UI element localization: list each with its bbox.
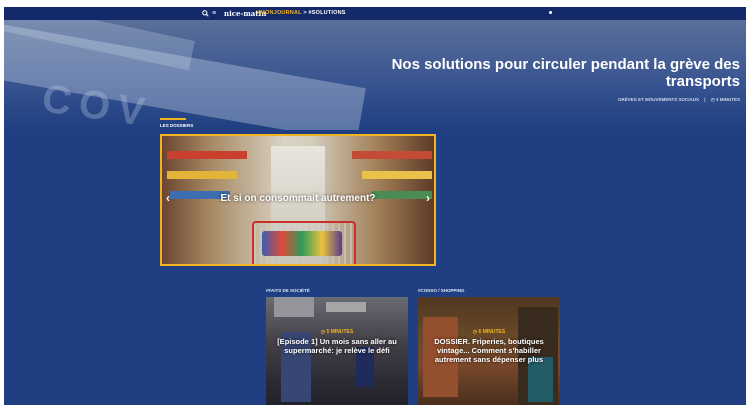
breadcrumb-solutions[interactable]: #SOLUTIONS xyxy=(308,10,345,16)
card-headline[interactable]: DOSSIER. Friperies, boutiques vintage...… xyxy=(418,337,560,364)
section-label: LES DOSSIERS xyxy=(160,123,194,128)
shelf-decoration xyxy=(167,171,237,179)
search-icon[interactable] xyxy=(202,7,209,20)
article-card[interactable]: ◷ 6 MINUTES DOSSIER. Friperies, boutique… xyxy=(418,297,560,405)
top-navigation-bar: ≡ nice-matin #MONJOURNAL > #SOLUTIONS xyxy=(4,7,746,20)
card-headline[interactable]: [Episode 1] Un mois sans aller au superm… xyxy=(266,337,408,355)
breadcrumb: #MONJOURNAL > #SOLUTIONS xyxy=(257,7,346,20)
dossier-title[interactable]: Et si on consommait autrement? xyxy=(162,193,434,204)
card-read-time: ◷ 6 MINUTES xyxy=(472,329,506,335)
hero-category[interactable]: GRÈVES ET MOUVEMENTS SOCIAUX xyxy=(618,97,699,102)
hero-title[interactable]: Nos solutions pour circuler pendant la g… xyxy=(360,56,740,90)
meta-divider: | xyxy=(704,97,706,102)
dossier-slide[interactable]: ‹ › Et si on consommait autrement? xyxy=(160,134,436,266)
breadcrumb-monjournal[interactable]: #MONJOURNAL xyxy=(257,10,302,16)
card-read-time: ◷ 5 MINUTES xyxy=(320,329,354,335)
cart-goods-image xyxy=(262,231,342,256)
section-accent-bar xyxy=(160,118,186,120)
clock-icon: ◷ xyxy=(710,97,715,102)
page-frame: ≡ nice-matin #MONJOURNAL > #SOLUTIONS CO… xyxy=(4,7,746,405)
breadcrumb-separator: > xyxy=(303,10,307,16)
card-category[interactable]: #FAITS DE SOCIÉTÉ xyxy=(266,288,310,293)
hero-banner: COV Nos solutions pour circuler pendant … xyxy=(4,20,746,130)
shelf-decoration xyxy=(167,151,247,159)
user-dot-icon[interactable] xyxy=(549,11,552,14)
shelf-decoration xyxy=(362,171,432,179)
menu-icon[interactable]: ≡ xyxy=(212,7,216,20)
article-card[interactable]: ◷ 5 MINUTES [Episode 1] Un mois sans all… xyxy=(266,297,408,405)
hero-read-time: 3 MINUTES xyxy=(715,97,740,102)
hero-meta: GRÈVES ET MOUVEMENTS SOCIAUX | ◷ 3 MINUT… xyxy=(618,97,740,103)
shelf-decoration xyxy=(352,151,432,159)
card-category[interactable]: #CONSO / SHOPPING xyxy=(418,288,465,293)
